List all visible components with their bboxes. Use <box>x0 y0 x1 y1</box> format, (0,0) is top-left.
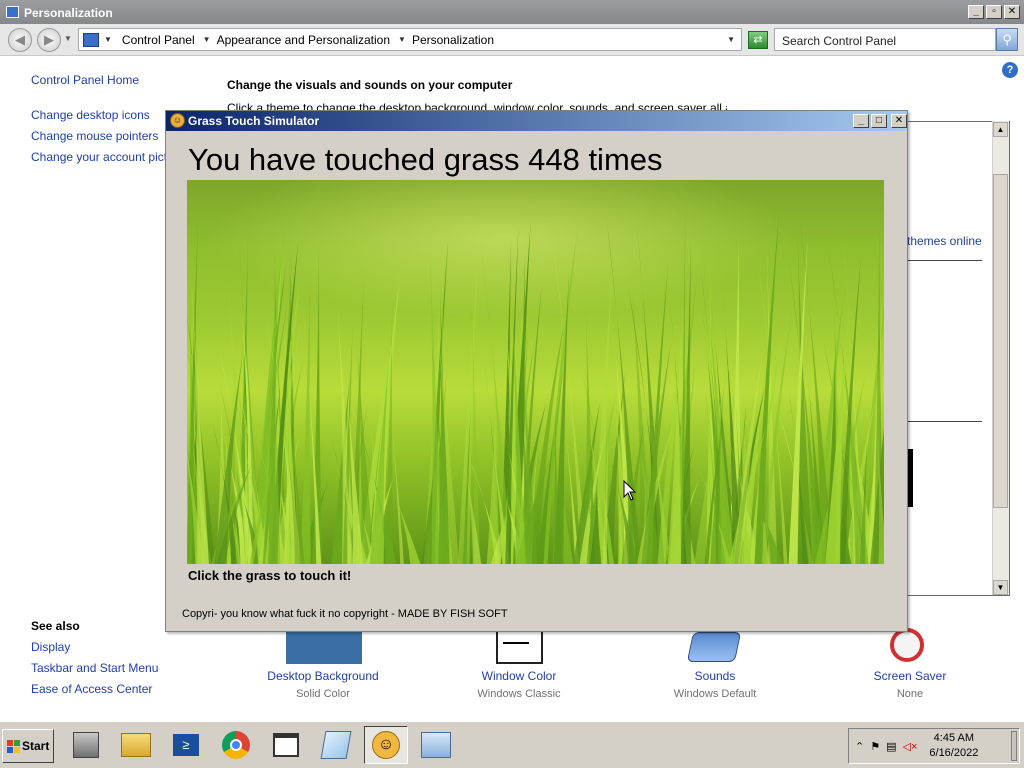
scroll-up-icon[interactable]: ▲ <box>993 122 1008 137</box>
change-desktop-icons-link[interactable]: Change desktop icons <box>31 108 150 122</box>
scrollbar-thumb[interactable] <box>993 174 1008 508</box>
window-color-tile[interactable]: Window Color Windows Classic <box>444 669 594 700</box>
taskbar-apps: ≥ ☺ <box>64 726 458 764</box>
tile-value: Windows Classic <box>477 688 561 700</box>
tile-value: Windows Default <box>673 688 757 700</box>
display-link[interactable]: Display <box>31 640 70 654</box>
start-button[interactable]: Start <box>2 729 54 763</box>
clock-date: 6/16/2022 <box>929 747 979 759</box>
chevron-down-icon[interactable]: ▼ <box>203 35 211 44</box>
show-desktop-button[interactable] <box>1011 731 1017 761</box>
network-icon[interactable]: ▤ <box>886 740 896 753</box>
screen-saver-icon[interactable] <box>890 628 924 662</box>
control-panel-icon <box>6 6 19 18</box>
grass-blade <box>486 378 501 564</box>
tile-label: Sounds <box>694 669 736 683</box>
page-title: Change the visuals and sounds on your co… <box>227 78 513 92</box>
address-bar[interactable]: ▼ Control Panel ▼ Appearance and Persona… <box>78 28 742 51</box>
show-hidden-icons-icon[interactable]: ⌃ <box>855 740 864 753</box>
control-panel-icon <box>83 32 99 47</box>
copyright-text: Copyri- you know what fuck it no copyrig… <box>182 608 508 620</box>
server-manager-icon[interactable] <box>64 726 108 764</box>
divider <box>907 260 982 261</box>
breadcrumb-appearance[interactable]: Appearance and Personalization <box>211 33 398 47</box>
tile-label: Screen Saver <box>873 669 947 683</box>
start-label: Start <box>22 739 50 753</box>
popup-minimize-button[interactable]: _ <box>853 114 869 128</box>
search-icon[interactable]: ⚲ <box>996 28 1018 51</box>
nerd-face-icon: ☺ <box>170 113 185 128</box>
see-also-heading: See also <box>31 619 80 633</box>
grass-image[interactable] <box>187 180 884 564</box>
notepad-icon[interactable] <box>314 726 358 764</box>
taskbar-start-menu-link[interactable]: Taskbar and Start Menu <box>31 661 158 675</box>
back-button[interactable]: ◀ <box>8 28 32 52</box>
touch-counter-label: You have touched grass 448 times <box>188 142 663 177</box>
window-color-icon[interactable] <box>496 632 543 664</box>
get-more-themes-link[interactable]: themes online <box>907 234 982 248</box>
minimize-button[interactable]: _ <box>968 5 984 19</box>
desktop-background-tile[interactable]: Desktop Background Solid Color <box>248 669 398 700</box>
popup-titlebar[interactable]: ☺ Grass Touch Simulator <box>166 111 907 131</box>
tile-value: Solid Color <box>296 688 350 700</box>
control-panel-home-link[interactable]: Control Panel Home <box>31 73 139 87</box>
search-input[interactable]: Search Control Panel <box>774 28 996 51</box>
volume-muted-icon[interactable]: ◁× <box>903 740 918 753</box>
hint-text: Click the grass to touch it! <box>188 568 352 583</box>
address-dropdown-icon[interactable]: ▼ <box>727 35 735 44</box>
system-tray: ⌃ ⚑ ▤ ◁× 4:45 AM 6/16/2022 <box>848 728 1020 764</box>
windows-logo-icon <box>7 739 20 753</box>
powershell-icon[interactable]: ≥ <box>164 726 208 764</box>
file-explorer-icon[interactable] <box>114 726 158 764</box>
maximize-button[interactable]: ▫ <box>986 5 1002 19</box>
grass-touch-simulator-icon[interactable]: ☺ <box>364 726 408 764</box>
help-icon[interactable]: ? <box>1002 62 1018 78</box>
window-titlebar: Personalization <box>0 0 1024 24</box>
forward-button[interactable]: ▶ <box>37 28 61 52</box>
popup-window-controls: _ □ ✕ <box>853 114 907 128</box>
sounds-icon[interactable] <box>686 632 742 662</box>
refresh-icon[interactable]: ⇄ <box>748 31 768 49</box>
divider <box>907 421 982 422</box>
popup-close-button[interactable]: ✕ <box>891 114 907 128</box>
tile-value: None <box>896 688 924 700</box>
chrome-icon[interactable] <box>214 726 258 764</box>
breadcrumb-personalization[interactable]: Personalization <box>406 33 502 47</box>
screen-saver-tile[interactable]: Screen Saver None <box>835 669 985 700</box>
window-title: Personalization <box>24 6 113 20</box>
mouse-cursor-icon <box>623 480 637 501</box>
sounds-tile[interactable]: Sounds Windows Default <box>640 669 790 700</box>
taskbar: Start ≥ ☺ ⌃ ⚑ ▤ ◁× 4:45 AM 6/16/2022 <box>0 720 1024 768</box>
scroll-down-icon[interactable]: ▼ <box>993 580 1008 595</box>
window-icon[interactable] <box>264 726 308 764</box>
change-mouse-pointers-link[interactable]: Change mouse pointers <box>31 129 158 143</box>
clock-time: 4:45 AM <box>933 732 975 744</box>
chevron-down-icon[interactable]: ▼ <box>398 35 406 44</box>
action-center-flag-icon[interactable]: ⚑ <box>870 740 880 753</box>
control-panel-icon[interactable] <box>414 726 458 764</box>
grass-blade <box>300 261 311 564</box>
tile-label: Window Color <box>481 669 557 683</box>
desktop-background-icon[interactable] <box>286 632 362 664</box>
clock[interactable]: 4:45 AM 6/16/2022 <box>929 731 978 761</box>
tile-label: Desktop Background <box>267 669 379 683</box>
navigation-bar: ◀ ▶ ▼ ▼ Control Panel ▼ Appearance and P… <box>0 24 1024 56</box>
grass-blades <box>187 207 884 564</box>
breadcrumb-control-panel[interactable]: Control Panel <box>112 33 203 47</box>
popup-maximize-button[interactable]: □ <box>871 114 887 128</box>
chevron-down-icon[interactable]: ▼ <box>104 35 112 44</box>
grass-touch-simulator-window: ☺ Grass Touch Simulator _ □ ✕ You have t… <box>165 110 908 632</box>
ease-of-access-link[interactable]: Ease of Access Center <box>31 682 152 696</box>
popup-title: Grass Touch Simulator <box>188 114 320 128</box>
recent-pages-chevron-icon[interactable]: ▼ <box>64 34 72 43</box>
window-controls: _ ▫ ✕ <box>968 5 1020 19</box>
close-button[interactable]: ✕ <box>1004 5 1020 19</box>
change-account-picture-link[interactable]: Change your account pictur <box>31 150 178 164</box>
